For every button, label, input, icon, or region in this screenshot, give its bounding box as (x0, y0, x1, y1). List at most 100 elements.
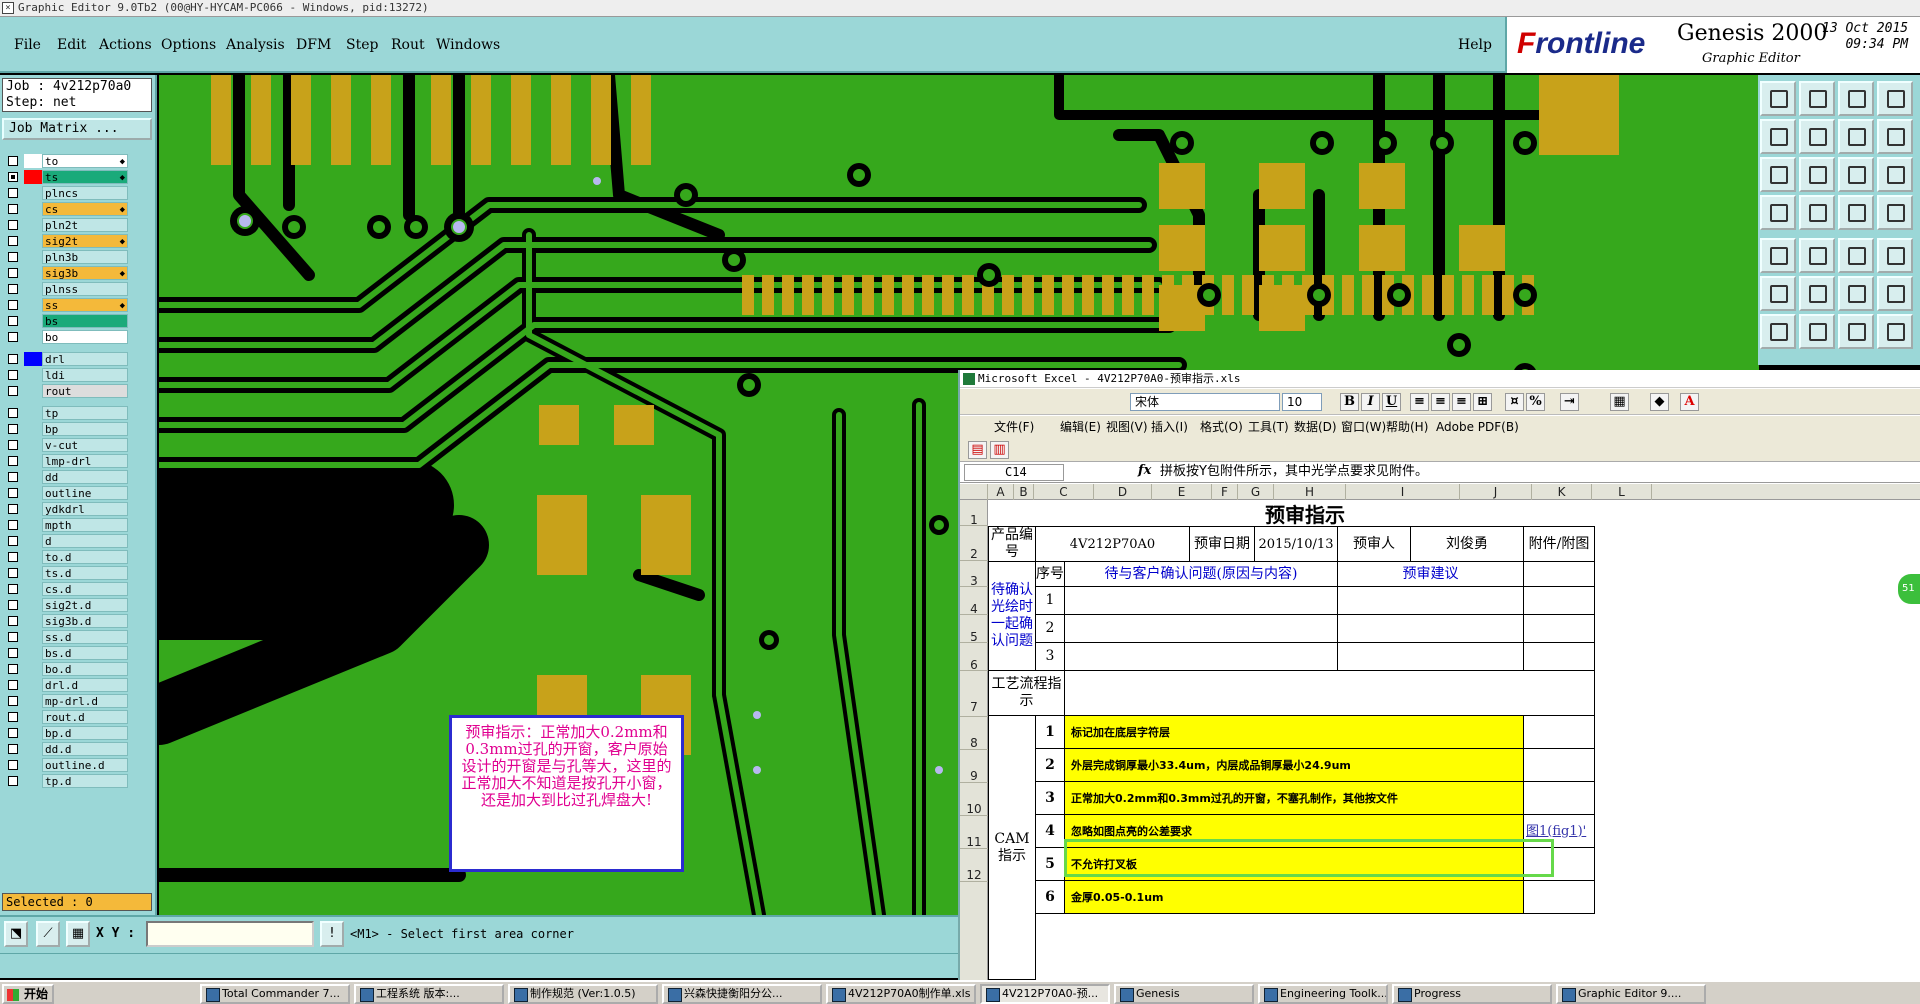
excel-menu-item[interactable]: 视图(V) (1106, 416, 1148, 438)
tool-button-20[interactable] (1877, 238, 1913, 273)
confirm-num-3[interactable]: 3 (1035, 642, 1065, 671)
layer-checkbox[interactable] (8, 472, 18, 482)
menu-step[interactable]: Step (346, 37, 378, 53)
layer-color-swatch[interactable] (24, 646, 42, 660)
layer-checkbox[interactable] (8, 680, 18, 690)
taskbar-task[interactable]: Total Commander 7... (200, 984, 350, 1004)
layer-checkbox[interactable] (8, 440, 18, 450)
menu-dfm[interactable]: DFM (296, 37, 331, 53)
row-header[interactable]: 8 (960, 717, 988, 750)
cam-item-attachment[interactable]: 图1(fig1)' (1523, 814, 1595, 848)
layer-checkbox[interactable] (8, 370, 18, 380)
cam-item-attachment[interactable] (1523, 748, 1595, 782)
layer-color-swatch[interactable] (24, 454, 42, 468)
layer-name[interactable]: rout.d (42, 710, 128, 724)
side-badge[interactable]: 51 (1898, 574, 1920, 604)
angle-mode-button[interactable]: ⟋ (36, 921, 60, 947)
layer-name[interactable]: bp.d (42, 726, 128, 740)
issue-cell-3[interactable] (1064, 642, 1338, 671)
layer-name[interactable]: bo.d (42, 662, 128, 676)
tool-button-16[interactable] (1877, 195, 1913, 230)
tool-button-13[interactable] (1760, 195, 1796, 230)
row-header[interactable]: 4 (960, 587, 988, 616)
layer-color-swatch[interactable] (24, 742, 42, 756)
layer-color-swatch[interactable] (24, 234, 42, 248)
column-header[interactable]: K (1532, 484, 1592, 500)
attachment-label[interactable]: 附件/附图 (1523, 526, 1595, 562)
window-icon[interactable]: × (2, 2, 14, 14)
layer-color-swatch[interactable] (24, 534, 42, 548)
layer-row[interactable]: drl.d (4, 677, 154, 693)
excel-menu-item[interactable]: 插入(I) (1151, 416, 1188, 438)
currency-button[interactable]: ¤ (1505, 393, 1524, 411)
layer-checkbox[interactable] (8, 664, 18, 674)
tool-button-4[interactable] (1877, 81, 1913, 116)
layer-checkbox[interactable] (8, 354, 18, 364)
layer-checkbox[interactable] (8, 504, 18, 514)
layer-color-swatch[interactable] (24, 438, 42, 452)
layer-color-swatch[interactable] (24, 218, 42, 232)
tool-button-2[interactable] (1799, 81, 1835, 116)
menu-windows[interactable]: Windows (436, 37, 500, 53)
layer-name[interactable]: ts.d (42, 566, 128, 580)
layer-name[interactable]: sig3b ◆ (42, 266, 128, 280)
layer-color-swatch[interactable] (24, 282, 42, 296)
taskbar-task[interactable]: Genesis (1114, 984, 1254, 1004)
process-label[interactable]: 工艺流程指示 (988, 670, 1065, 716)
row-header[interactable]: 10 (960, 783, 988, 816)
row-header[interactable]: 1 (960, 500, 988, 527)
sheet-grid[interactable]: 预审指示 产品编号 4V212P70A0 预审日期 2015/10/13 预审人… (988, 500, 1920, 980)
name-box[interactable]: C14 (964, 464, 1064, 481)
layer-row[interactable]: bp (4, 421, 154, 437)
layer-row[interactable]: drl (4, 351, 154, 367)
layer-checkbox[interactable] (8, 332, 18, 342)
tool-button-27[interactable] (1838, 314, 1874, 349)
layer-name[interactable]: ts ◆ (42, 170, 128, 184)
confirm-num-1[interactable]: 1 (1035, 586, 1065, 615)
layer-name[interactable]: sig3b.d (42, 614, 128, 628)
layer-color-swatch[interactable] (24, 678, 42, 692)
layer-name[interactable]: pln3b (42, 250, 128, 264)
suggest-cell-1[interactable] (1337, 586, 1524, 615)
layer-row[interactable]: sig3b ◆ (4, 265, 154, 281)
layer-checkbox[interactable] (8, 220, 18, 230)
layer-checkbox[interactable] (8, 456, 18, 466)
tool-button-5[interactable] (1760, 119, 1796, 154)
layer-checkbox[interactable] (8, 744, 18, 754)
layer-name[interactable]: d (42, 534, 128, 548)
tool-button-23[interactable] (1838, 276, 1874, 311)
taskbar-task[interactable]: 4V212P70A0-预... (980, 984, 1110, 1004)
tool-button-6[interactable] (1799, 119, 1835, 154)
layer-name[interactable]: lmp-drl (42, 454, 128, 468)
font-name-select[interactable]: 宋体 (1130, 393, 1280, 411)
layer-row[interactable]: outline.d (4, 757, 154, 773)
layer-name[interactable]: ss.d (42, 630, 128, 644)
layer-row[interactable]: ss ◆ (4, 297, 154, 313)
tool-button-17[interactable] (1760, 238, 1796, 273)
seq-label[interactable]: 序号 (1035, 561, 1065, 587)
cam-item-number[interactable]: 5 (1035, 847, 1065, 881)
layer-name[interactable]: to ◆ (42, 154, 128, 168)
cam-item-text[interactable]: 不允许打叉板 (1064, 847, 1524, 881)
layer-color-swatch[interactable] (24, 368, 42, 382)
cam-item-number[interactable]: 3 (1035, 781, 1065, 815)
menu-rout[interactable]: Rout (391, 37, 425, 53)
layer-color-swatch[interactable] (24, 694, 42, 708)
layer-checkbox[interactable] (8, 488, 18, 498)
excel-menu-item[interactable]: 格式(O) (1200, 416, 1243, 438)
layer-row[interactable]: mp-drl.d (4, 693, 154, 709)
product-label[interactable]: 产品编号 (988, 526, 1036, 562)
layer-name[interactable]: v-cut (42, 438, 128, 452)
layer-row[interactable]: to ◆ (4, 153, 154, 169)
issue-label[interactable]: 待与客户确认问题(原因与内容) (1064, 561, 1338, 587)
layer-color-swatch[interactable] (24, 352, 42, 366)
layer-name[interactable]: rout (42, 384, 128, 398)
layer-color-swatch[interactable] (24, 550, 42, 564)
layer-color-swatch[interactable] (24, 422, 42, 436)
layer-color-swatch[interactable] (24, 774, 42, 788)
layer-color-swatch[interactable] (24, 384, 42, 398)
product-value[interactable]: 4V212P70A0 (1035, 526, 1190, 562)
layer-name[interactable]: ldi (42, 368, 128, 382)
tool-button-25[interactable] (1760, 314, 1796, 349)
row-header[interactable]: 5 (960, 615, 988, 644)
